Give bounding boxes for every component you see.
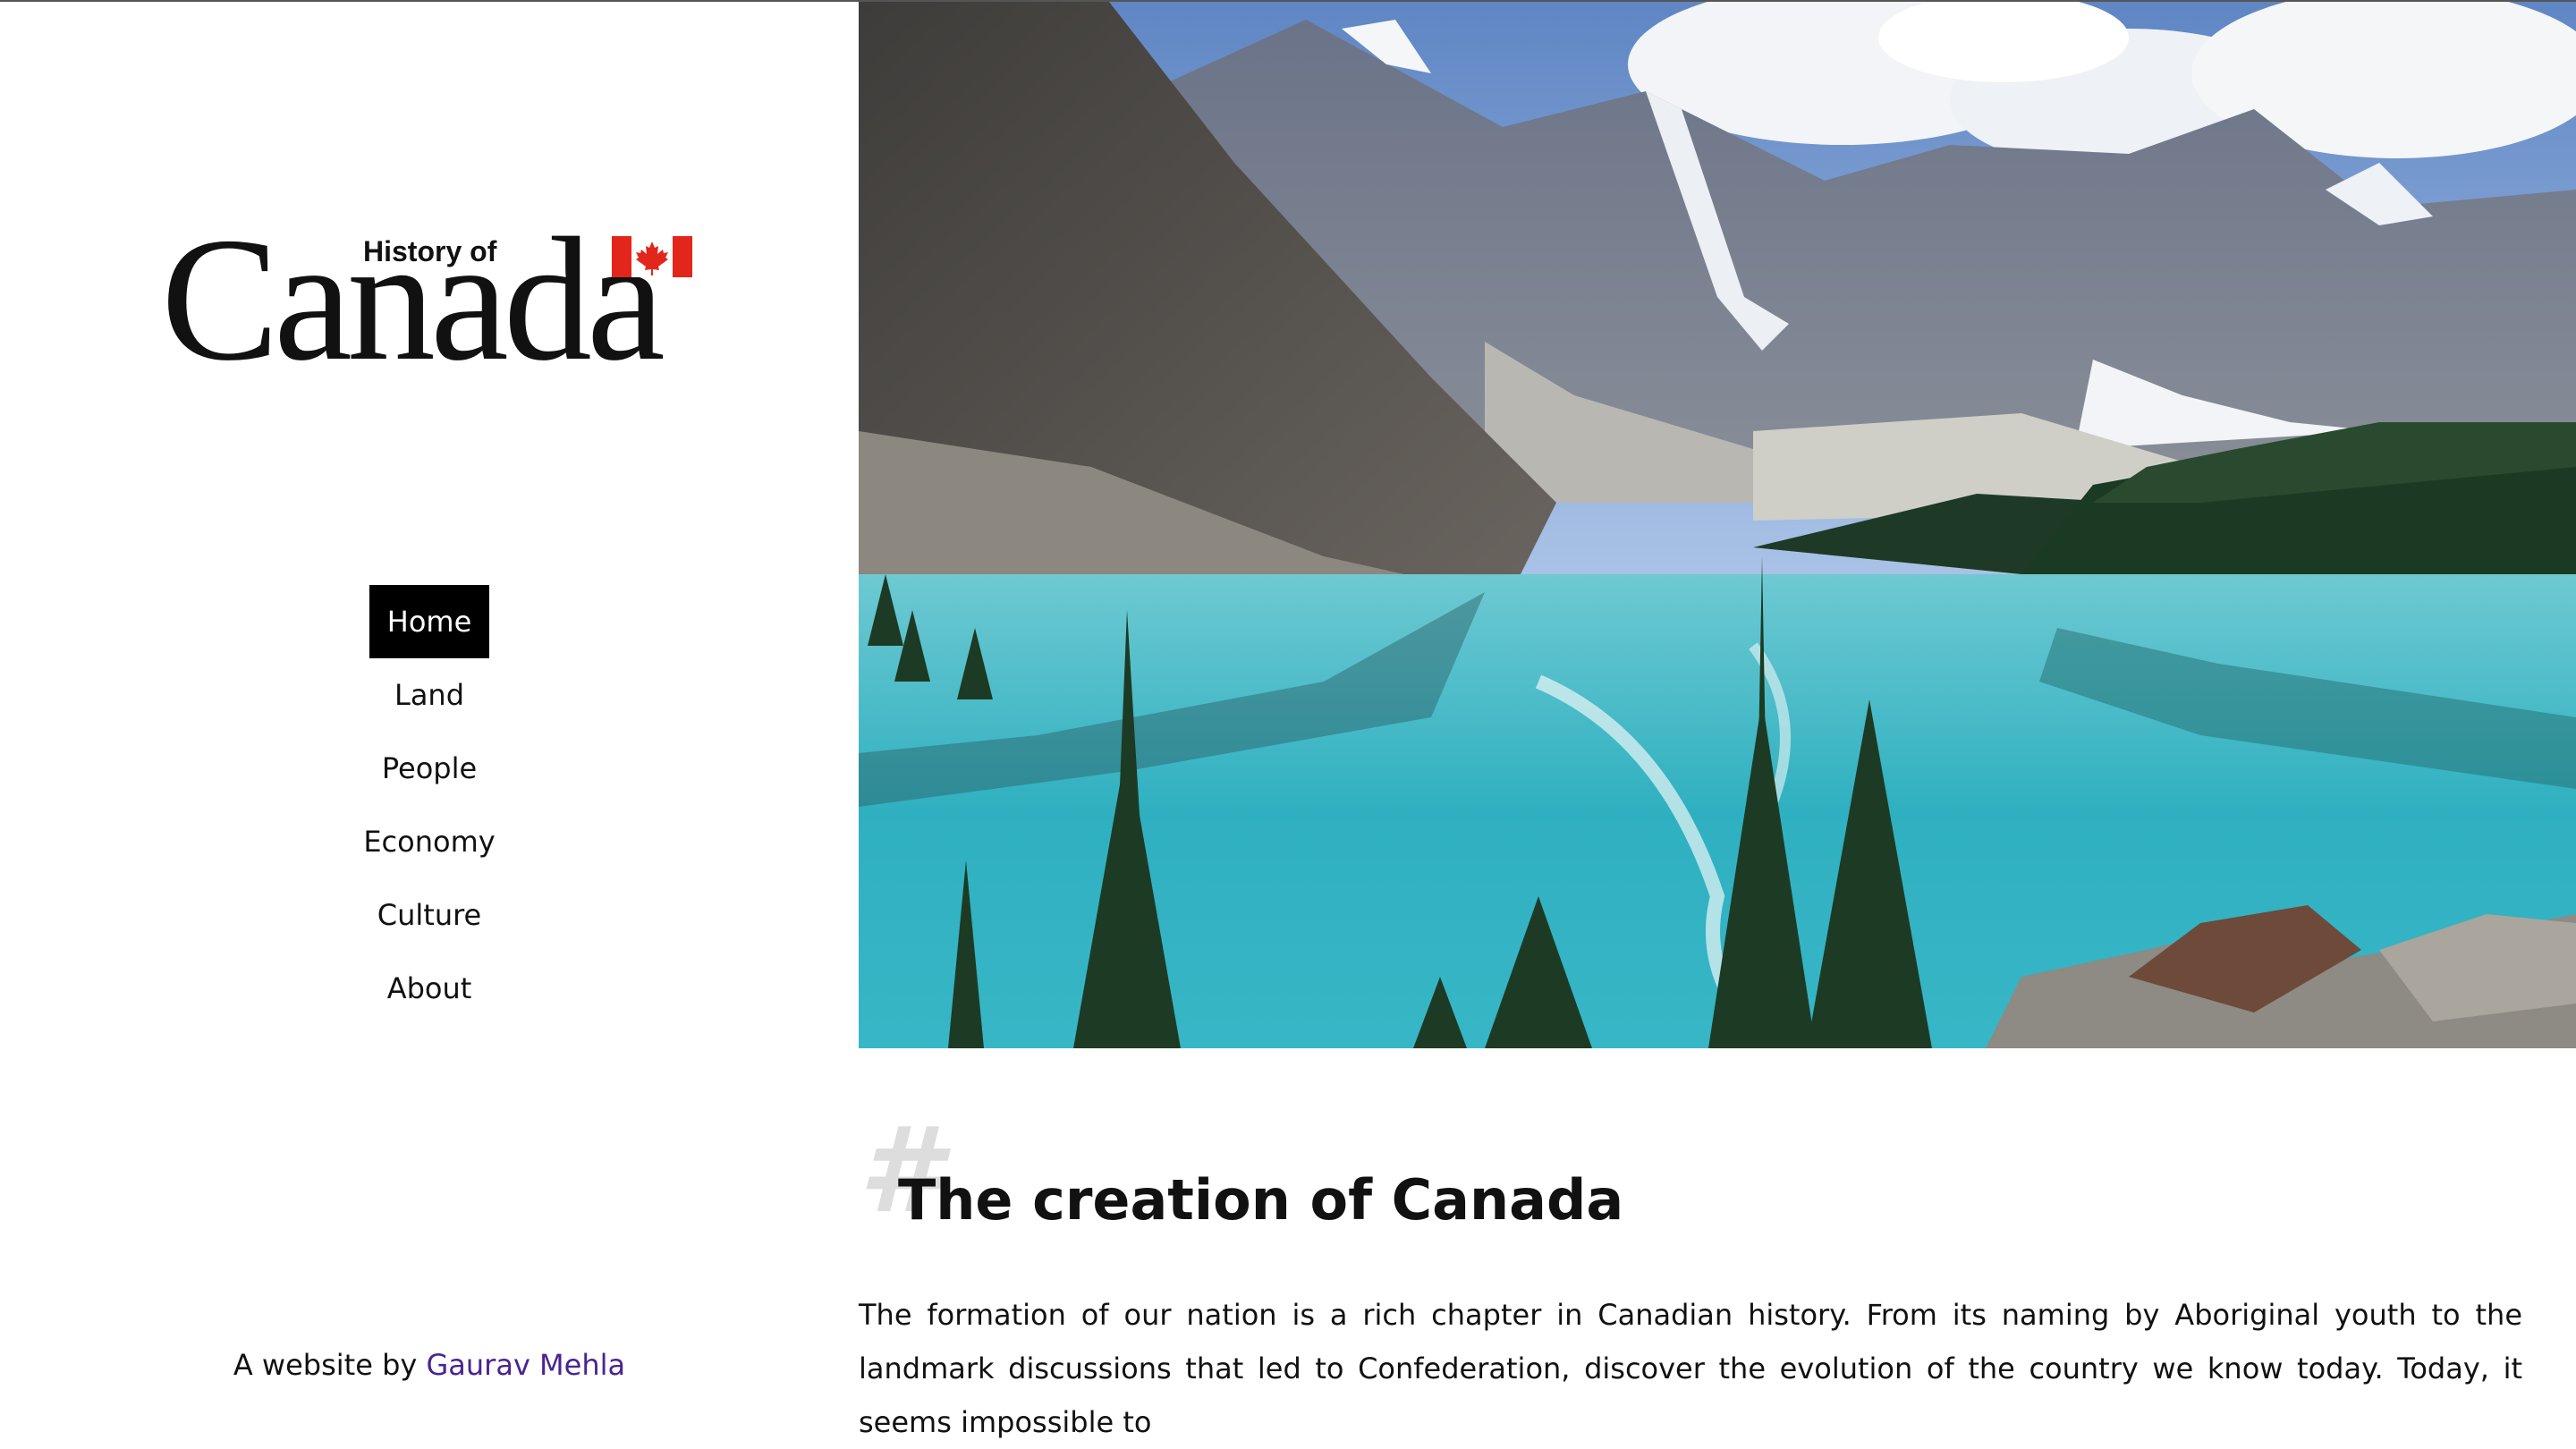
intro-paragraph: The formation of our nation is a rich ch… <box>859 1298 2522 1439</box>
main-nav: Home Land People Economy Culture About <box>0 585 859 1025</box>
logo-history-of-text: History of <box>360 234 501 268</box>
credit-prefix: A website by <box>233 1348 427 1382</box>
sidebar: Canada History of Home Land People Econo… <box>0 2 859 1413</box>
hero-image <box>859 2 2576 1048</box>
canada-flag-icon <box>612 236 692 277</box>
page-title: The creation of Canada <box>898 1167 1624 1233</box>
section-heading: # The creation of Canada <box>859 1104 2522 1238</box>
nav-item-land[interactable]: Land <box>377 658 482 732</box>
author-link[interactable]: Gaurav Mehla <box>426 1348 625 1382</box>
nav-item-people[interactable]: People <box>364 732 495 805</box>
site-logo[interactable]: Canada History of <box>161 211 703 388</box>
site-credit: A website by Gaurav Mehla <box>0 1348 859 1382</box>
nav-item-culture[interactable]: Culture <box>360 878 499 952</box>
nav-item-about[interactable]: About <box>369 952 490 1025</box>
nav-item-home[interactable]: Home <box>369 585 490 658</box>
mountain-lake-photo-icon <box>859 2 2576 1048</box>
nav-item-economy[interactable]: Economy <box>345 805 513 878</box>
